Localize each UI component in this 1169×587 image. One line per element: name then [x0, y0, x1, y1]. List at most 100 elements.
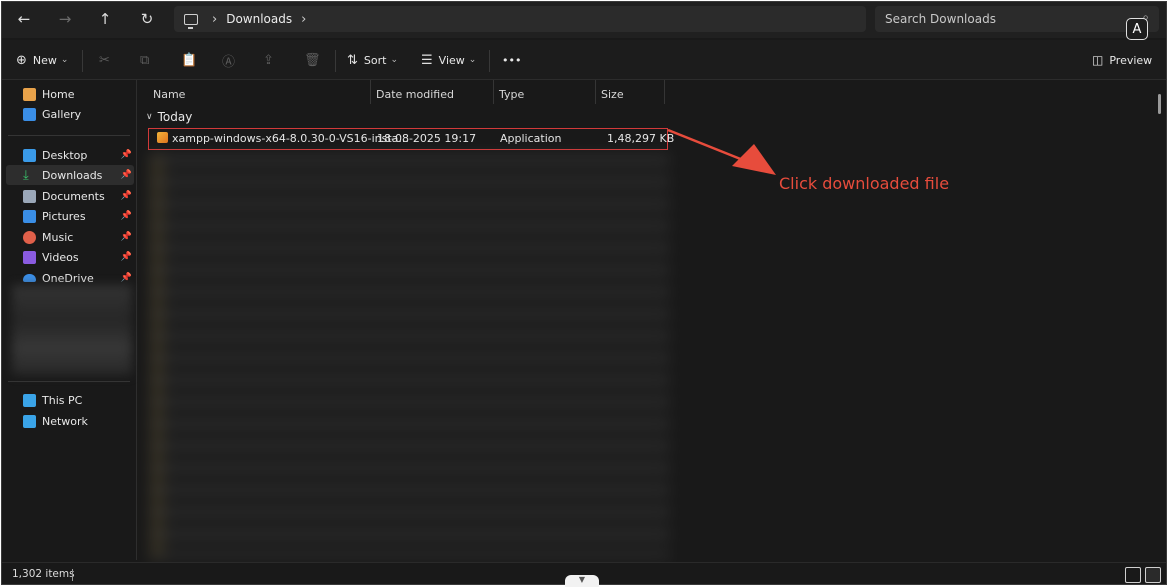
sidebar-item-label: Documents — [42, 189, 105, 203]
view-button[interactable]: ☰ View ⌄ — [421, 50, 476, 70]
column-header-size[interactable]: Size — [601, 84, 624, 104]
new-button[interactable]: ⊕ New ⌄ — [16, 50, 68, 70]
paste-icon: 📋 — [181, 52, 198, 68]
home-icon — [23, 87, 36, 101]
chevron-right-icon[interactable]: › — [301, 12, 306, 27]
sidebar-item-label: Pictures — [42, 209, 86, 223]
file-name: xampp-windows-x64-8.0.30-0-VS16-insta... — [172, 132, 409, 145]
pin-icon[interactable]: 📌 — [121, 170, 132, 180]
preview-label: Preview — [1109, 53, 1153, 67]
chevron-down-icon[interactable]: ∨ — [146, 112, 153, 122]
paste-button[interactable]: 📋 — [181, 50, 203, 70]
column-divider[interactable] — [595, 80, 596, 104]
copy-button[interactable]: ⧉ — [140, 50, 155, 70]
file-size: 1,48,297 KB — [607, 132, 675, 145]
document-icon — [23, 189, 36, 203]
pin-icon[interactable]: 📌 — [121, 273, 132, 283]
pin-icon[interactable]: 📌 — [121, 150, 132, 160]
cut-icon: ✂ — [99, 52, 110, 68]
sidebar-item-home[interactable]: Home — [6, 84, 134, 104]
sidebar-item-this-pc[interactable]: This PC — [6, 390, 134, 410]
column-divider[interactable] — [493, 80, 494, 104]
sidebar-item-label: Videos — [42, 250, 79, 264]
new-label: New — [32, 53, 57, 67]
caret-down-icon[interactable]: ▼ — [565, 575, 599, 587]
rename-button[interactable]: Ⓐ — [222, 50, 241, 70]
sidebar-item-desktop[interactable]: Desktop 📌 — [6, 145, 134, 165]
toolbar-divider — [335, 50, 336, 72]
sidebar-item-label: Home — [42, 87, 75, 101]
rename-icon: Ⓐ — [222, 54, 236, 70]
group-label: Today — [157, 110, 193, 124]
column-header-date[interactable]: Date modified — [376, 84, 454, 104]
sidebar-divider — [8, 135, 130, 136]
pictures-icon — [23, 209, 36, 223]
breadcrumb-downloads[interactable]: Downloads — [226, 12, 292, 26]
cut-button[interactable]: ✂ — [99, 50, 116, 70]
pin-icon[interactable]: 📌 — [121, 191, 132, 201]
column-divider[interactable] — [664, 80, 665, 104]
music-icon — [23, 230, 36, 244]
forward-button[interactable]: → — [52, 8, 78, 30]
back-button[interactable]: ← — [11, 8, 37, 30]
toolbar-divider — [82, 50, 83, 72]
sidebar-item-network[interactable]: Network — [6, 411, 134, 431]
table-row[interactable]: xampp-windows-x64-8.0.30-0-VS16-insta...… — [148, 128, 674, 150]
sidebar-divider — [8, 381, 130, 382]
pin-icon[interactable]: 📌 — [121, 211, 132, 221]
sort-icon: ⇅ — [347, 52, 358, 68]
refresh-button[interactable]: ↻ — [134, 8, 160, 30]
scrollbar[interactable] — [1158, 94, 1161, 114]
chevron-down-icon: ⌄ — [60, 55, 69, 65]
status-divider — [72, 569, 73, 581]
more-dots-icon: ••• — [502, 53, 522, 67]
address-bar[interactable]: › Downloads › — [174, 6, 866, 32]
sort-label: Sort — [363, 53, 387, 67]
more-options-button[interactable]: ••• — [502, 50, 521, 70]
chevron-down-icon: ⌄ — [468, 55, 477, 65]
plus-circle-icon: ⊕ — [16, 52, 27, 68]
pin-icon[interactable]: 📌 — [121, 252, 132, 262]
sidebar-item-music[interactable]: Music 📌 — [6, 227, 134, 247]
up-button[interactable]: ↑ — [92, 8, 118, 30]
toolbar-divider — [489, 50, 490, 72]
group-header-today[interactable]: ∨ Today — [146, 110, 192, 124]
share-button[interactable]: ⇪ — [263, 50, 280, 70]
column-header-name[interactable]: Name — [153, 84, 185, 104]
sidebar-item-gallery[interactable]: Gallery — [6, 104, 134, 124]
column-header-type[interactable]: Type — [499, 84, 524, 104]
pin-icon[interactable]: 📌 — [121, 232, 132, 242]
details-view-icon[interactable] — [1125, 567, 1141, 583]
desktop-icon — [23, 148, 36, 162]
annotation-arrow — [667, 128, 776, 175]
sidebar-item-label: OneDrive — [42, 271, 94, 285]
sidebar-item-documents[interactable]: Documents 📌 — [6, 186, 134, 206]
blurred-sidebar-region — [12, 285, 132, 375]
onedrive-icon — [23, 274, 36, 282]
search-placeholder: Search Downloads — [885, 12, 996, 26]
command-bar: ⊕ New ⌄ ✂ ⧉ 📋 Ⓐ ⇪ 🗑 ⇅ Sort ⌄ ☰ View ⌄ ••… — [2, 40, 1166, 80]
column-divider[interactable] — [370, 80, 371, 104]
copy-icon: ⧉ — [140, 52, 150, 68]
sidebar-item-label: This PC — [42, 393, 83, 407]
search-input[interactable]: Search Downloads ⌕ — [875, 6, 1159, 32]
preview-button[interactable]: ◫ Preview — [1092, 50, 1152, 70]
sidebar-item-downloads[interactable]: ⤓ Downloads 📌 — [6, 165, 134, 185]
tiles-view-icon[interactable] — [1145, 567, 1161, 583]
annotation-text: Click downloaded file — [779, 174, 950, 193]
application-file-icon — [157, 132, 168, 143]
item-count: 1,302 items — [12, 568, 75, 580]
accessibility-badge-icon[interactable]: A — [1126, 18, 1148, 40]
sort-button[interactable]: ⇅ Sort ⌄ — [347, 50, 398, 70]
sidebar-item-label: Gallery — [42, 107, 82, 121]
sidebar-item-label: Network — [42, 414, 88, 428]
delete-button[interactable]: 🗑 — [304, 50, 327, 70]
view-list-icon: ☰ — [421, 52, 433, 68]
sidebar-item-label: Desktop — [42, 148, 88, 162]
file-type: Application — [500, 132, 562, 145]
sidebar-item-pictures[interactable]: Pictures 📌 — [6, 206, 134, 226]
preview-pane-icon: ◫ — [1092, 53, 1104, 67]
view-label: View — [438, 53, 465, 67]
chevron-right-icon[interactable]: › — [212, 12, 217, 27]
sidebar-item-videos[interactable]: Videos 📌 — [6, 247, 134, 267]
